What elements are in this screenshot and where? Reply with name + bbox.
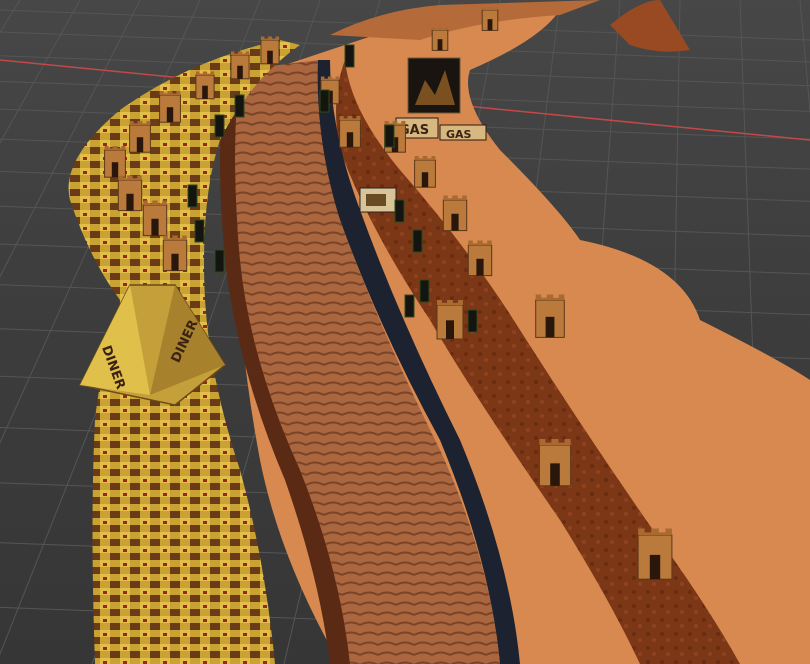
cactus-icon [187,184,198,208]
building-icon [436,300,464,340]
cactus-icon [319,89,330,113]
building-icon [339,116,361,148]
building-icon [230,51,250,80]
cactus-icon [214,249,225,273]
cactus-icon [412,229,423,253]
building-icon [538,439,572,487]
building-icon [481,7,499,31]
building-icon [142,200,168,237]
cactus-icon [234,94,245,118]
billboard[interactable] [359,187,397,213]
gas-sign-text-2: GAS [446,128,472,141]
cactus-icon [344,44,355,68]
cactus-icon [404,294,415,318]
cactus-icon [467,309,478,333]
building-icon [159,91,181,123]
cactus-icon [214,114,225,138]
building-icon [104,146,126,178]
cactus-icon [384,124,395,148]
grid-line [0,0,21,34]
distant-hill [610,0,690,52]
building-icon [260,36,280,65]
3d-viewport[interactable]: DINER DINER GAS GAS [0,0,810,664]
gas-station-sign[interactable]: GAS GAS [395,57,487,141]
building-icon [195,71,215,100]
building-icon [637,528,673,580]
building-icon [467,240,493,277]
building-icon [117,175,143,212]
cactus-icon [419,279,430,303]
building-icon [129,121,151,153]
building-icon [414,156,436,188]
cactus-icon [194,219,205,243]
building-icon [162,235,188,272]
cactus-icon [394,199,405,223]
building-icon [535,294,565,338]
building-icon [431,27,449,51]
grid-line [0,0,81,144]
level-scene: DINER DINER GAS GAS [0,0,810,664]
building-icon [442,195,468,232]
